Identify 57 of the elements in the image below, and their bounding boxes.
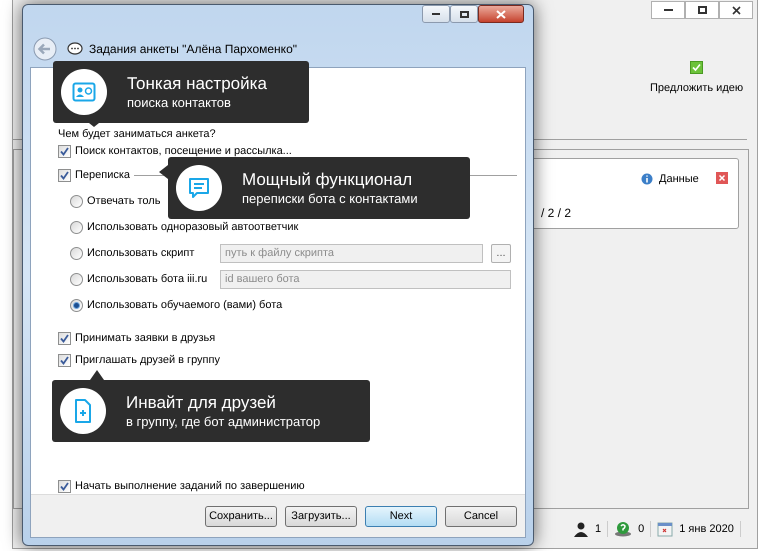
checkbox-label: Начать выполнение заданий по завершению: [75, 478, 305, 494]
status-date: 1 янв 2020: [679, 522, 734, 537]
close-button[interactable]: [478, 5, 524, 23]
help-icon: [614, 521, 632, 538]
radio-label: Отвечать толь: [87, 194, 160, 209]
add-file-icon: [74, 399, 92, 423]
radio-button[interactable]: [70, 220, 83, 234]
users-count: 1: [595, 522, 602, 537]
dialog-button[interactable]: Сохранить...: [205, 506, 277, 526]
dialog-button[interactable]: Next: [365, 506, 437, 526]
close-button[interactable]: [719, 1, 753, 19]
checkbox-label: Поиск контактов, посещение и рассылка...: [75, 144, 292, 159]
maximize-button[interactable]: [685, 1, 719, 19]
minimize-button[interactable]: [422, 5, 450, 23]
counter-text: / 2 / 2: [541, 205, 572, 222]
close-icon: [732, 6, 740, 14]
checkbox[interactable]: [58, 144, 71, 158]
question-label: Чем будет заниматься анкета?: [58, 126, 216, 142]
checkbox[interactable]: [58, 332, 71, 344]
radio-button[interactable]: [70, 246, 83, 260]
chat-icon: [187, 176, 211, 200]
checkbox-label: Переписка: [75, 168, 130, 183]
minimize-button[interactable]: [651, 1, 685, 19]
queue-count: 0: [638, 522, 644, 537]
dialog-button[interactable]: Загрузить...: [285, 506, 357, 526]
radio-label: Использовать одноразовый автоответчик: [87, 220, 298, 235]
radio-button[interactable]: [70, 298, 83, 312]
checkbox[interactable]: [58, 354, 71, 366]
radio-button[interactable]: [70, 194, 83, 208]
user-icon: [573, 521, 589, 538]
checkbox-label: Приглашать друзей в группу: [75, 352, 220, 368]
tooltip-title: Мощный функционал: [242, 169, 414, 190]
checkbox[interactable]: [58, 168, 71, 182]
tooltip-subtitle: в группу, где бот администратор: [126, 414, 320, 430]
dialog-title: Задания анкеты "Алёна Пархоменко": [89, 40, 297, 58]
contact-card-icon: [72, 82, 96, 102]
checkbox[interactable]: [58, 480, 71, 492]
tooltip-subtitle: переписки бота с контактами: [242, 190, 418, 207]
radio-label: Использовать бота iii.ru: [87, 272, 208, 287]
tooltip-title: Тонкая настройка: [127, 73, 267, 94]
tooltip-title: Инвайт для друзей: [126, 392, 277, 414]
tooltip-subtitle: поиска контактов: [127, 94, 232, 111]
maximize-button[interactable]: [450, 5, 478, 23]
radio-button[interactable]: [70, 272, 83, 286]
check-icon: [690, 61, 704, 74]
close-icon: [716, 172, 728, 184]
info-icon: [641, 173, 653, 186]
chat-icon: [67, 42, 83, 56]
info-label: Данные: [659, 172, 699, 187]
browse-button[interactable]: ...: [491, 244, 511, 262]
radio-label: Использовать обучаемого (вами) бота: [87, 298, 282, 313]
checkbox-label: Принимать заявки в друзья: [75, 330, 216, 346]
radio-label: Использовать скрипт: [87, 246, 194, 261]
calendar-icon: [657, 521, 674, 538]
close-icon: [496, 10, 506, 18]
dialog-button[interactable]: Cancel: [445, 506, 517, 526]
toolbar-button[interactable]: Предложить идею: [650, 61, 744, 96]
